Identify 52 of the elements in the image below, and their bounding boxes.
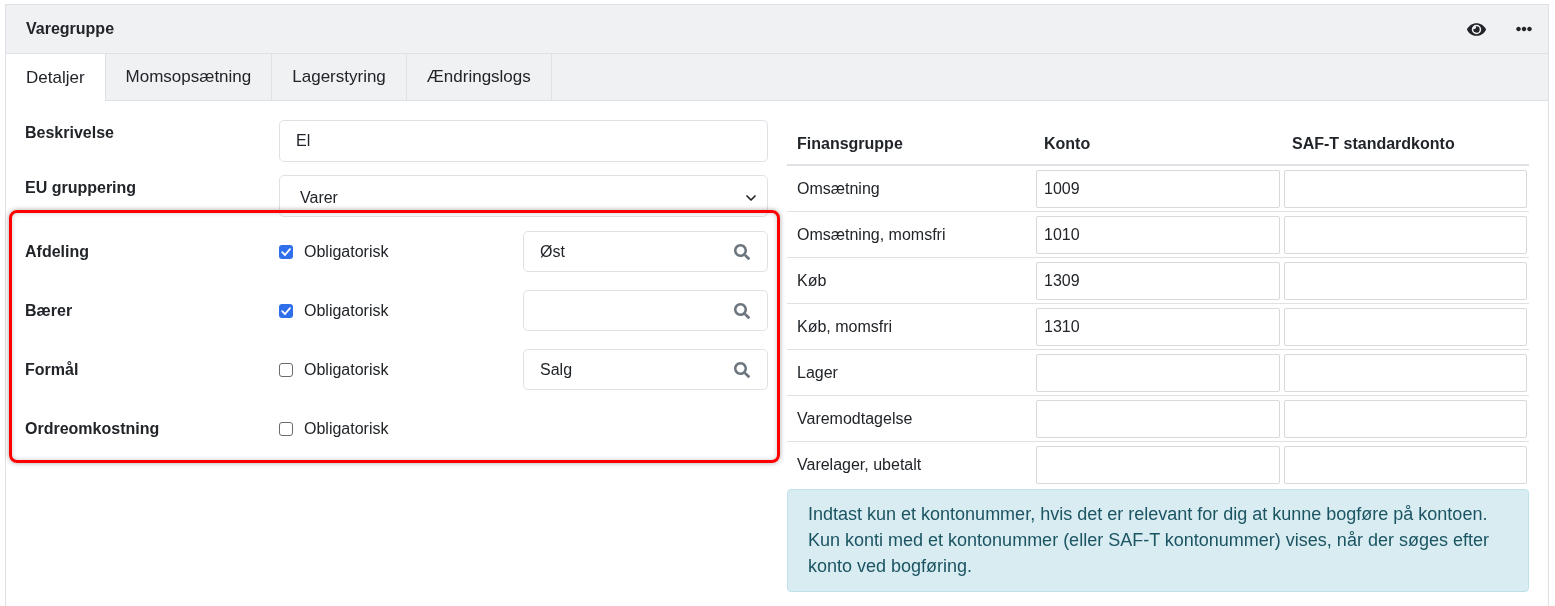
checkbox[interactable]: [279, 303, 293, 318]
panel-title: Varegruppe: [26, 20, 115, 38]
account-field[interactable]: 1010: [1036, 216, 1280, 254]
account-field[interactable]: 1009: [1036, 170, 1280, 208]
checkbox[interactable]: [279, 421, 293, 436]
table-cell: Køb, momsfri: [787, 303, 1034, 350]
field-label: Beskrivelse: [25, 123, 114, 143]
table-cell: Omsætning: [787, 165, 1034, 212]
table-cell: Varelager, ubetalt: [787, 441, 1034, 487]
search-icon: [734, 302, 750, 319]
checkbox-label[interactable]: Obligatorisk: [304, 360, 389, 379]
table-cell: Varemodtagelse: [787, 395, 1034, 442]
saft-account-field[interactable]: [1284, 446, 1527, 484]
search-icon: [734, 361, 750, 378]
account-field[interactable]: 1309: [1036, 262, 1280, 300]
tab[interactable]: Lagerstyring: [272, 54, 407, 100]
info-message: Indtast kun et kontonummer, hvis det er relevant for dig at kunne bogføre på kontoen. Kun konti med et kontonummer (eller SAF-T kontonummer) vises, når der søges efter konto ved bogføring.: [787, 489, 1529, 592]
table-header-cell: SAF-T standardkonto: [1282, 120, 1529, 165]
tab[interactable]: Momsopsætning: [105, 54, 273, 100]
saft-account-field[interactable]: [1284, 170, 1527, 208]
saft-account-field[interactable]: [1284, 308, 1527, 346]
dimension-label: Bærer: [25, 301, 73, 320]
checkbox[interactable]: [279, 362, 293, 377]
table-cell: Lager: [787, 349, 1034, 396]
table-cell: Omsætning, momsfri: [787, 211, 1034, 258]
search-field[interactable]: Salg: [523, 349, 768, 390]
dimension-label: Ordreomkostning: [25, 419, 160, 438]
checkbox-label[interactable]: Obligatorisk: [304, 419, 389, 438]
account-field[interactable]: [1036, 354, 1280, 392]
account-field[interactable]: 1310: [1036, 308, 1280, 346]
table-header-cell: Finansgruppe: [787, 120, 1034, 165]
saft-account-field[interactable]: [1284, 216, 1527, 254]
select-field[interactable]: Varer: [279, 175, 768, 217]
table-cell: Køb: [787, 257, 1034, 304]
search-field[interactable]: Øst: [523, 231, 768, 272]
field-label: EU gruppering: [25, 178, 137, 198]
checkbox[interactable]: [279, 244, 293, 259]
account-field[interactable]: [1036, 446, 1280, 484]
table-header-cell: Konto: [1034, 120, 1282, 165]
tab[interactable]: Detaljer: [6, 54, 106, 101]
dimension-label: Formål: [25, 360, 79, 379]
search-icon: [734, 243, 750, 260]
saft-account-field[interactable]: [1284, 400, 1527, 438]
dimension-label: Afdeling: [25, 242, 89, 261]
checkbox-label[interactable]: Obligatorisk: [304, 301, 389, 320]
checkbox-label[interactable]: Obligatorisk: [304, 242, 389, 261]
text-field[interactable]: El: [279, 120, 768, 162]
account-field[interactable]: [1036, 400, 1280, 438]
tab[interactable]: Ændringslogs: [406, 54, 552, 100]
search-field[interactable]: [523, 290, 768, 331]
saft-account-field[interactable]: [1284, 354, 1527, 392]
saft-account-field[interactable]: [1284, 262, 1527, 300]
